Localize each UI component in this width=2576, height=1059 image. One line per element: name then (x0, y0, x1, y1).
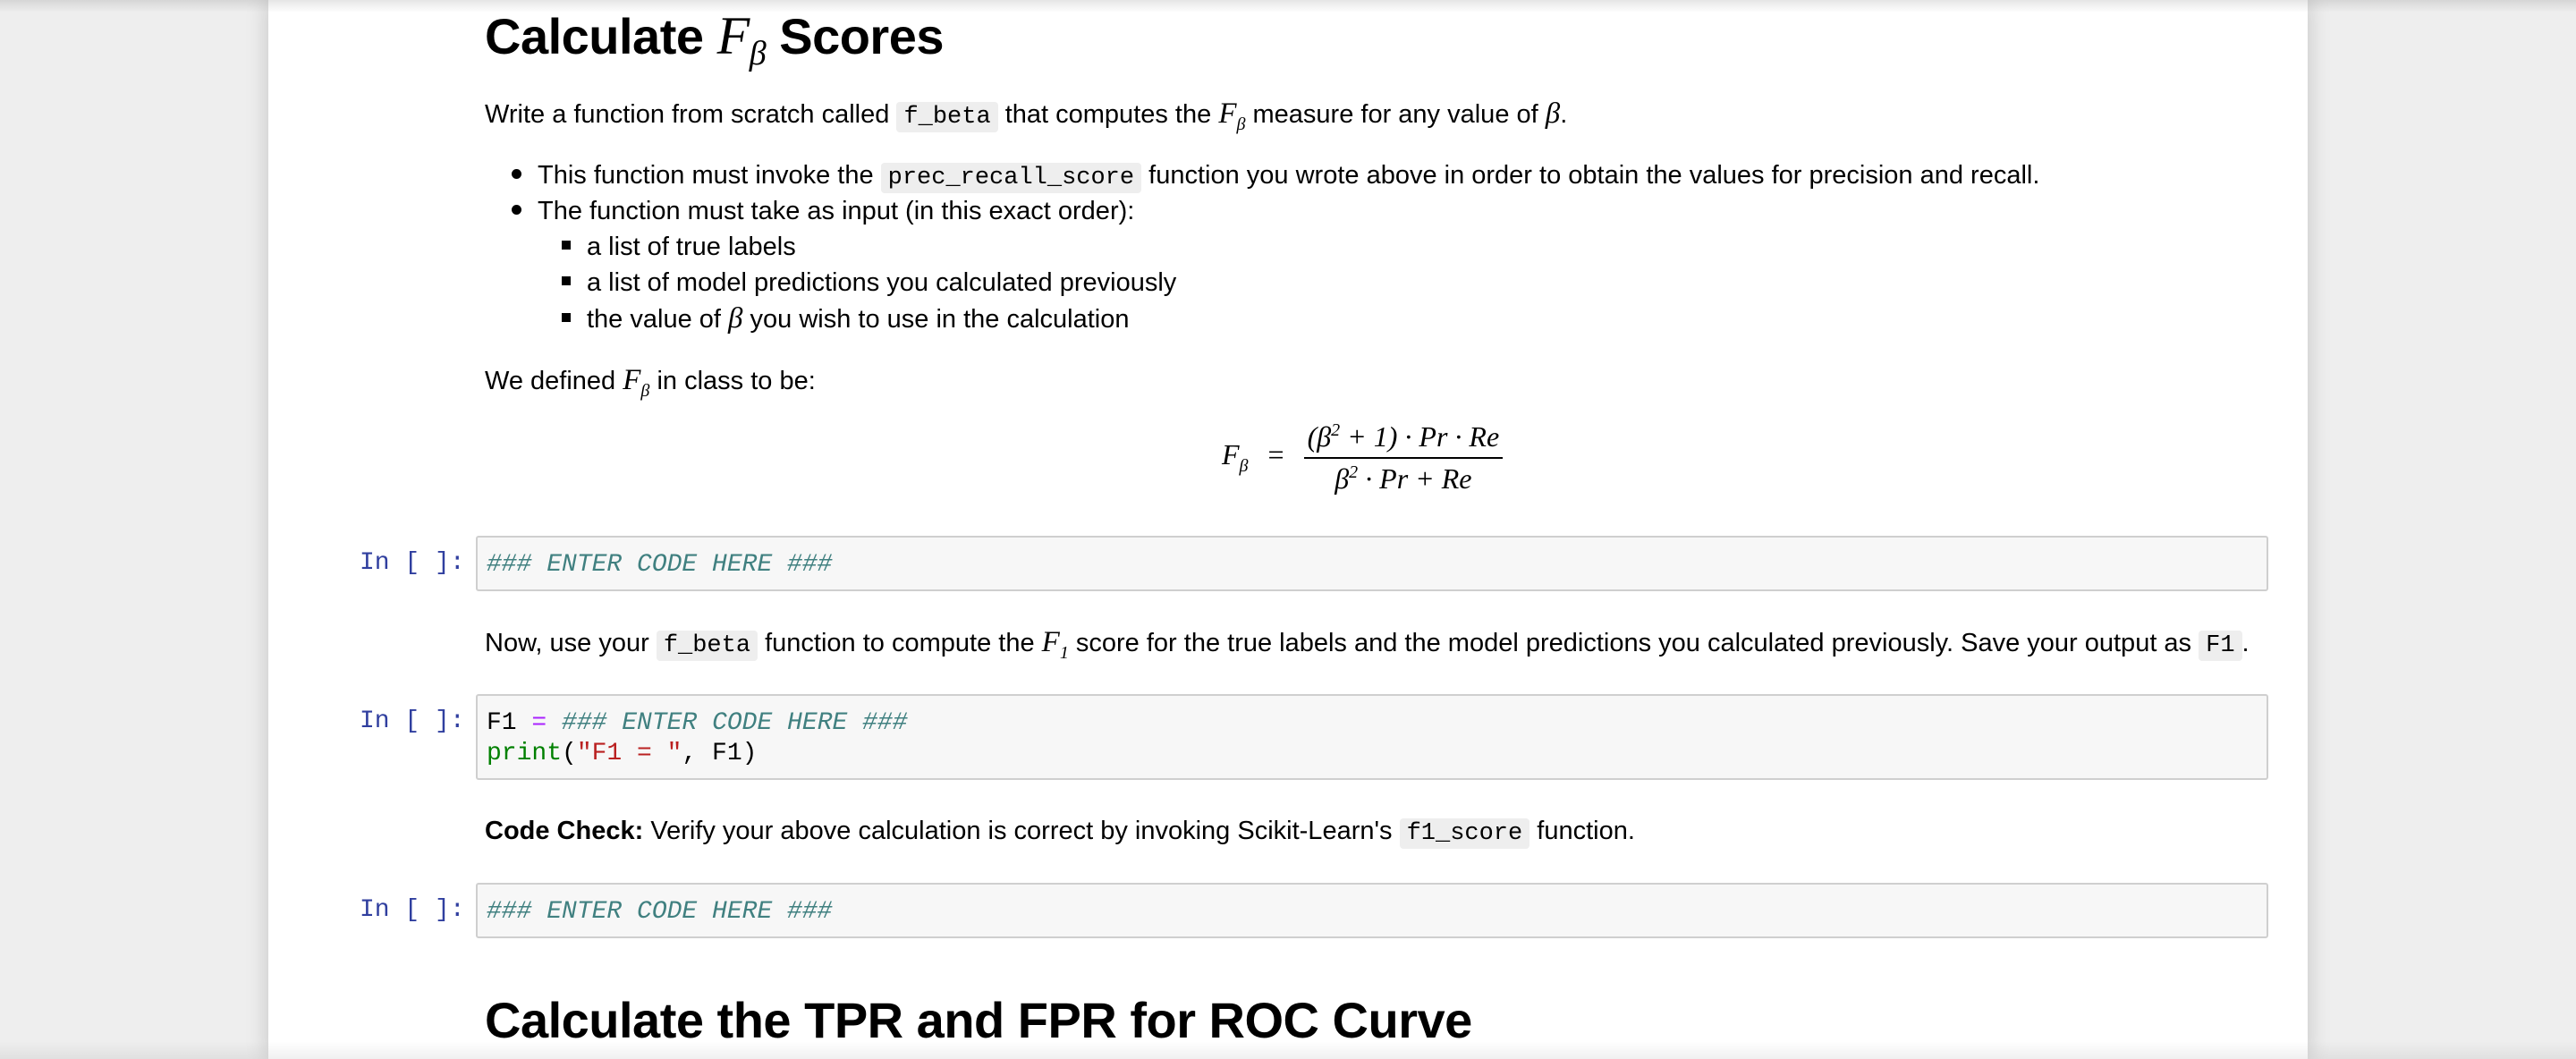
inline-code-prec-recall: prec_recall_score (880, 163, 1142, 193)
section-heading-fbeta: Calculate Fβ Scores (485, 5, 945, 72)
sub-list-item: a list of model predictions you calculat… (562, 265, 1176, 301)
formula-fraction: (β2 + 1) · Pr · Re β2 · Pr + Re (1303, 420, 1504, 496)
code-check-label: Code Check: (485, 817, 644, 845)
code-comment: ### ENTER CODE HERE ### (487, 898, 833, 926)
code-cell-fbeta[interactable]: ### ENTER CODE HERE ### (476, 536, 2268, 591)
inline-math-beta: β (1545, 97, 1561, 130)
bullet-dot (512, 168, 521, 179)
bullet-square (562, 241, 571, 250)
cell-prompt: In [ ]: (360, 707, 465, 735)
heading-text-end: Scores (779, 8, 945, 64)
defined-paragraph: We defined Fβ in class to be: (485, 364, 816, 401)
cell-prompt: In [ ]: (360, 896, 465, 924)
code-comment: ### ENTER CODE HERE ### (487, 551, 833, 579)
bullet-dot (512, 204, 521, 215)
inline-code-f-beta: f_beta (656, 631, 758, 661)
list-item: The function must take as input (in this… (512, 193, 1134, 229)
cell-prompt: In [ ]: (360, 549, 465, 577)
inline-math-f1: F1 (1041, 626, 1069, 663)
bullet-square (562, 276, 571, 286)
section-heading-roc: Calculate the TPR and FPR for ROC Curve (485, 992, 1472, 1048)
code-cell-f1[interactable]: F1 = ### ENTER CODE HERE ### print("F1 =… (476, 694, 2268, 780)
inline-math-fbeta: Fβ (1218, 97, 1246, 134)
intro-paragraph: Write a function from scratch called f_b… (485, 97, 1568, 134)
heading-text: Calculate (485, 8, 704, 64)
inline-code-f-beta: f_beta (896, 102, 998, 132)
fbeta-formula: Fβ = (β2 + 1) · Pr · Re β2 · Pr + Re (1222, 420, 1504, 496)
list-item: This function must invoke the prec_recal… (512, 157, 2039, 196)
inline-code-f1: F1 (2199, 631, 2242, 661)
formula-lhs: Fβ (1222, 438, 1249, 477)
formula-denominator: β2 · Pr + Re (1335, 462, 1472, 495)
code-cell-f1-check[interactable]: ### ENTER CODE HERE ### (476, 883, 2268, 938)
formula-numerator: (β2 + 1) · Pr · Re (1303, 420, 1504, 459)
bullet-square (562, 313, 571, 323)
formula-equals: = (1267, 438, 1284, 471)
sub-list-item: the value of β you wish to use in the ca… (562, 301, 1130, 337)
f1-paragraph: Now, use your f_beta function to compute… (485, 626, 2250, 663)
code-line-1: F1 = ### ENTER CODE HERE ### (487, 709, 908, 737)
heading-math: Fβ (716, 6, 767, 72)
top-shadow (0, 0, 2576, 13)
code-line-2: print("F1 = ", F1) (487, 740, 758, 767)
inline-math-fbeta: Fβ (623, 364, 650, 401)
sub-list-item: a list of true labels (562, 229, 796, 265)
code-check-paragraph: Code Check: Verify your above calculatio… (485, 817, 1635, 849)
inline-code-f1-score: f1_score (1399, 818, 1530, 849)
